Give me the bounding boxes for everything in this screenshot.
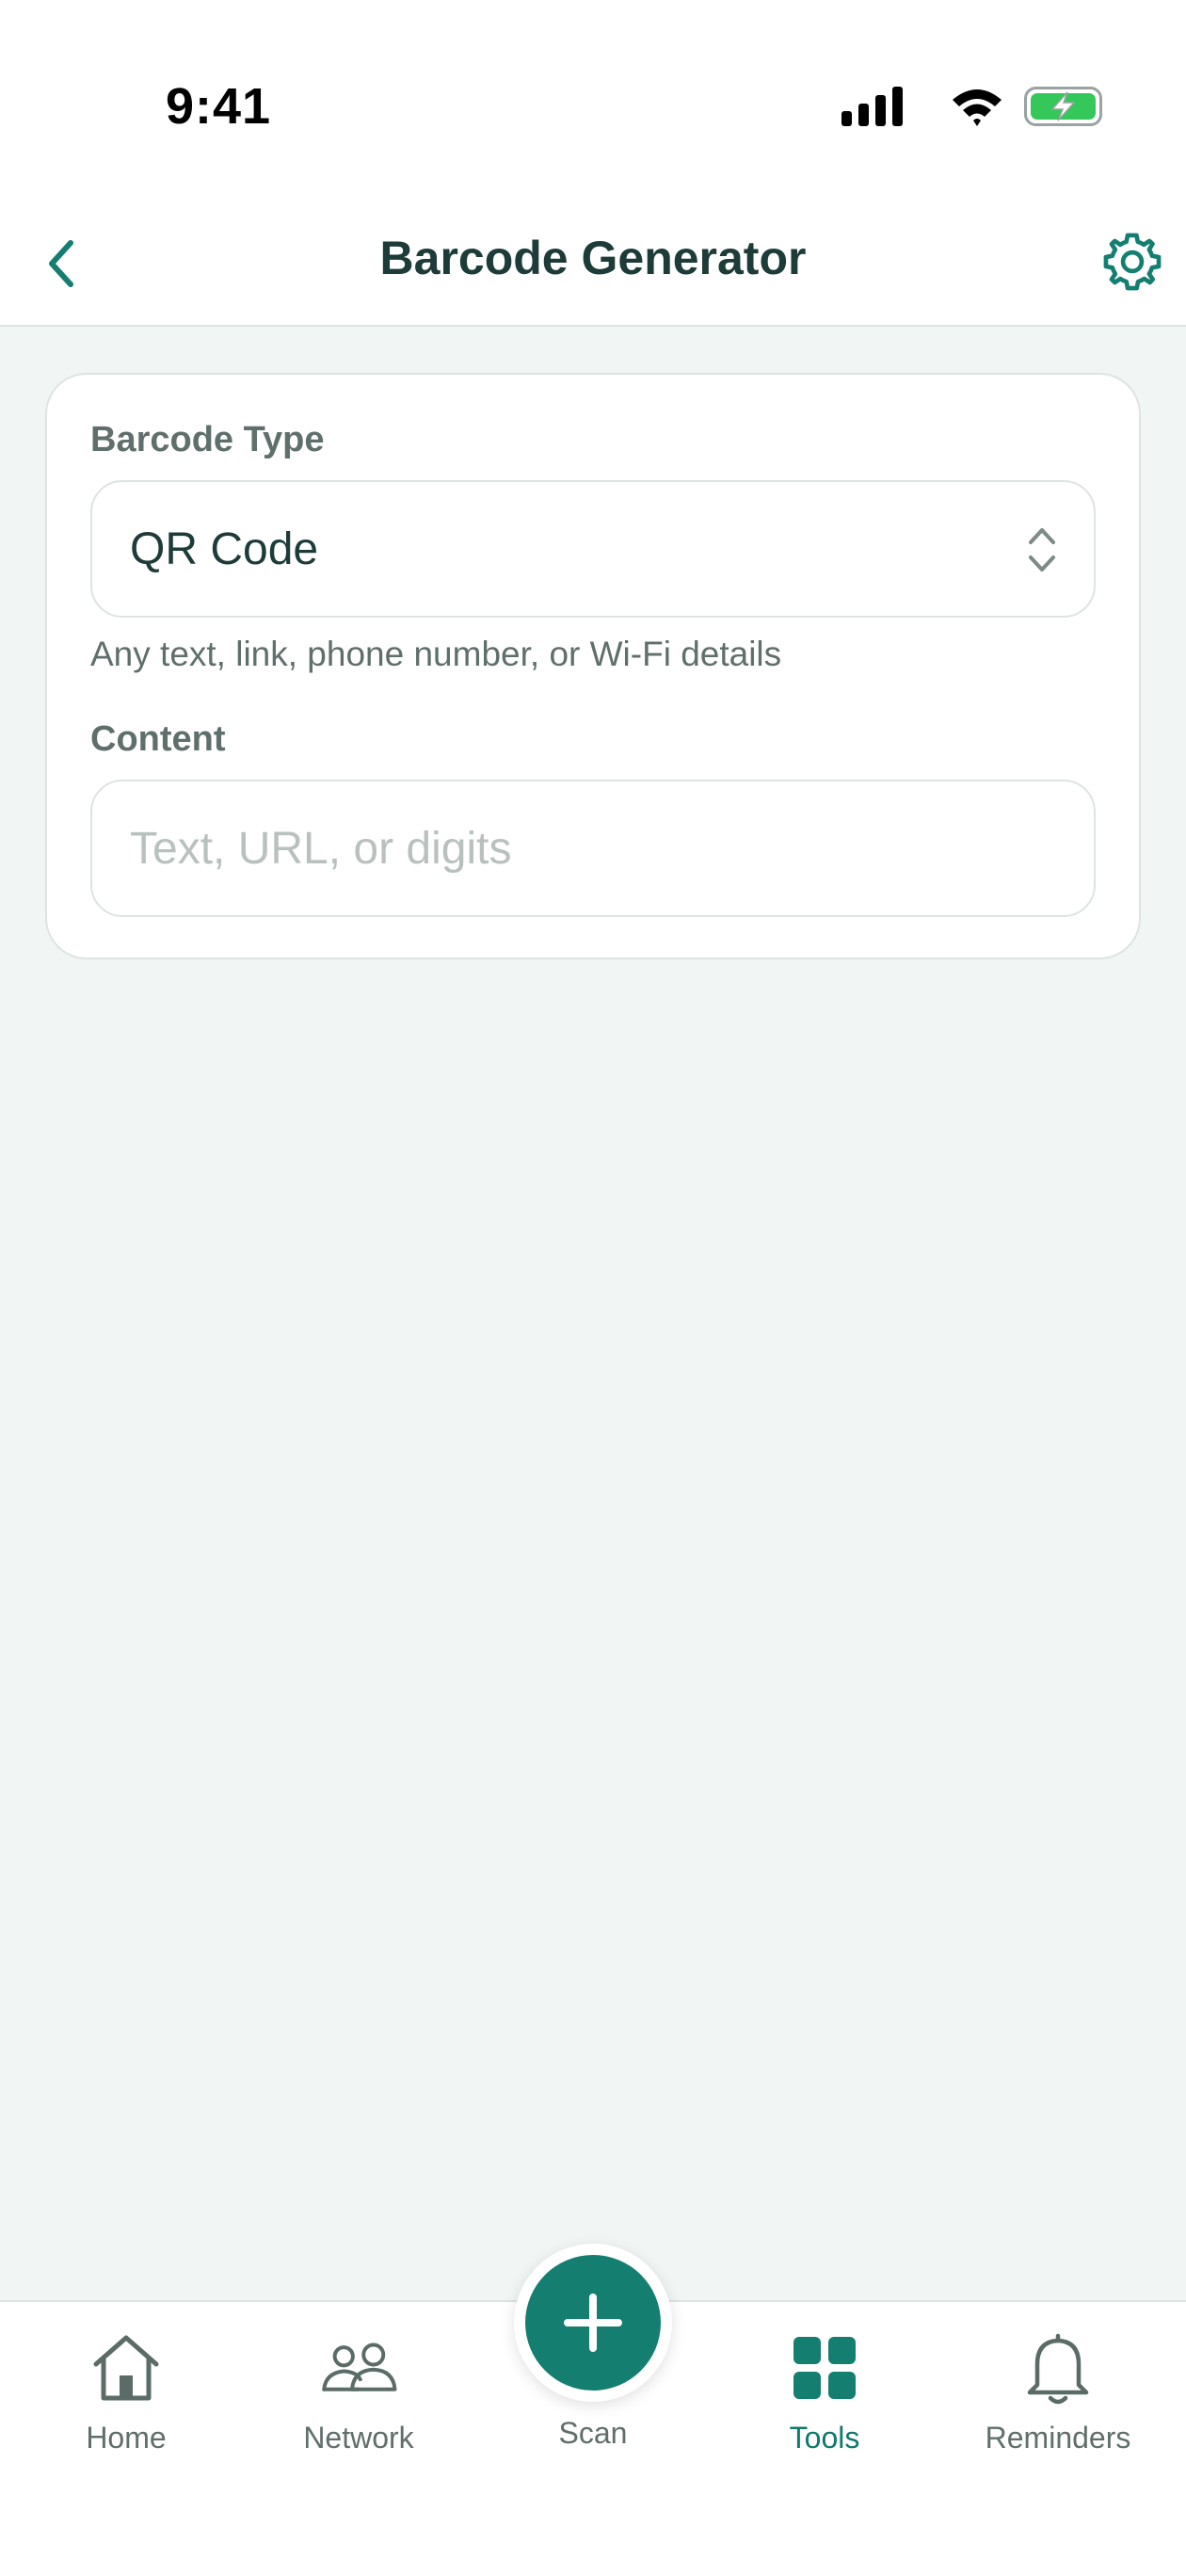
scan-button-fill xyxy=(525,2255,661,2391)
people-icon xyxy=(319,2328,398,2407)
house-icon xyxy=(87,2328,166,2407)
status-time: 9:41 xyxy=(166,78,272,135)
tab-home[interactable]: Home xyxy=(32,2328,220,2470)
status-icons xyxy=(841,87,1102,126)
barcode-type-value: QR Code xyxy=(130,524,319,574)
battery-charging-icon xyxy=(1024,87,1102,126)
barcode-form-card: Barcode Type QR Code Any text, link, pho… xyxy=(45,373,1141,959)
tab-tools[interactable]: Tools xyxy=(730,2328,919,2470)
content-label: Content xyxy=(90,719,226,759)
cellular-signal-icon xyxy=(841,87,903,126)
settings-button[interactable] xyxy=(1098,227,1167,297)
barcode-type-select[interactable]: QR Code xyxy=(90,480,1096,618)
tab-scan-label[interactable]: Scan xyxy=(499,2416,687,2451)
tab-reminders-label: Reminders xyxy=(985,2421,1131,2455)
tab-reminders[interactable]: Reminders xyxy=(964,2328,1152,2470)
wifi-icon xyxy=(953,89,1002,126)
bell-icon xyxy=(1018,2328,1098,2407)
tab-network-label: Network xyxy=(303,2421,414,2455)
scan-button[interactable] xyxy=(514,2244,672,2402)
plus-icon xyxy=(564,2294,622,2352)
page-title: Barcode Generator xyxy=(379,232,807,284)
tab-home-label: Home xyxy=(86,2421,167,2455)
status-bar: 9:41 xyxy=(0,0,1186,202)
barcode-type-label: Barcode Type xyxy=(90,420,325,459)
chevron-up-down-icon xyxy=(1029,528,1055,572)
tab-network[interactable]: Network xyxy=(264,2328,453,2470)
nav-header: Barcode Generator xyxy=(0,202,1186,327)
grid-icon xyxy=(785,2328,864,2407)
gear-icon xyxy=(1103,233,1162,291)
content-input[interactable] xyxy=(90,780,1096,917)
barcode-type-hint: Any text, link, phone number, or Wi-Fi d… xyxy=(90,635,782,673)
tab-tools-label: Tools xyxy=(789,2421,860,2455)
